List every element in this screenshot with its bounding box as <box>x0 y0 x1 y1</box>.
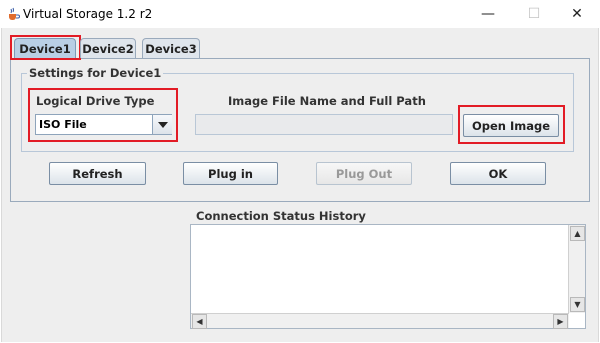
ok-label: OK <box>488 166 508 181</box>
refresh-button[interactable]: Refresh <box>49 162 146 185</box>
image-path-field <box>195 114 453 135</box>
tab-label: Device2 <box>82 41 134 56</box>
ok-button[interactable]: OK <box>450 162 546 185</box>
maximize-button: ☐ <box>511 0 557 28</box>
refresh-label: Refresh <box>72 166 123 181</box>
image-path-label: Image File Name and Full Path <box>228 94 426 108</box>
plug-in-label: Plug in <box>208 166 253 181</box>
tab-device3[interactable]: Device3 <box>142 38 200 58</box>
tab-device2[interactable]: Device2 <box>80 38 136 58</box>
minimize-button[interactable]: — <box>465 0 511 28</box>
highlight-box-tab <box>10 35 81 60</box>
close-icon: ✕ <box>571 6 583 22</box>
status-history-title: Connection Status History <box>194 209 368 223</box>
plug-out-label: Plug Out <box>335 166 393 181</box>
minimize-icon: — <box>481 6 495 22</box>
close-button[interactable]: ✕ <box>554 0 600 28</box>
horizontal-scrollbar[interactable]: ◀ ▶ <box>191 313 569 329</box>
window-title: Virtual Storage 1.2 r2 <box>23 7 153 21</box>
java-cup-icon <box>6 6 20 20</box>
tab-label: Device3 <box>145 41 197 56</box>
vertical-scrollbar[interactable]: ▲ ▼ <box>568 225 585 313</box>
plug-in-button[interactable]: Plug in <box>183 162 278 185</box>
highlight-box-drive-type <box>28 88 178 142</box>
plug-out-button: Plug Out <box>316 162 412 185</box>
scroll-up-icon[interactable]: ▲ <box>570 226 585 241</box>
scroll-right-icon[interactable]: ▶ <box>553 314 568 329</box>
scroll-down-icon[interactable]: ▼ <box>570 297 585 312</box>
settings-group-title: Settings for Device1 <box>27 66 164 80</box>
scroll-left-icon[interactable]: ◀ <box>192 314 207 329</box>
maximize-icon: ☐ <box>527 6 541 22</box>
highlight-box-open-image <box>458 105 565 144</box>
